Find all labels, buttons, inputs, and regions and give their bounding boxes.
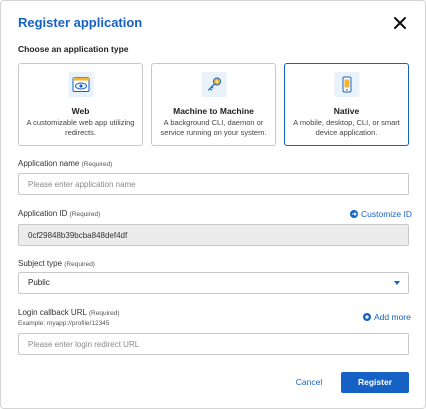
- mobile-device-icon: [334, 72, 359, 97]
- subject-type-value: Public: [28, 278, 50, 287]
- key-icon: [201, 72, 226, 97]
- app-type-name: Web: [71, 106, 90, 116]
- add-more-label: Add more: [374, 312, 411, 322]
- subject-type-label: Subject type (Required): [18, 259, 95, 268]
- app-id-input: [18, 224, 409, 246]
- close-icon[interactable]: [392, 15, 408, 31]
- field-label-text: Login callback URL: [18, 308, 87, 317]
- add-more-button[interactable]: Add more: [363, 312, 411, 322]
- app-type-label: Choose an application type: [18, 44, 129, 54]
- app-type-card-machine-to-machine[interactable]: Machine to Machine A background CLI, dae…: [151, 63, 276, 146]
- app-type-description: A mobile, desktop, CLI, or smart device …: [293, 118, 400, 137]
- field-label-text: Subject type: [18, 259, 63, 268]
- subject-type-select[interactable]: Public: [18, 272, 409, 294]
- customize-id-label: Customize ID: [361, 209, 413, 219]
- required-marker: (Required): [64, 261, 95, 268]
- cancel-button[interactable]: Cancel: [284, 372, 334, 392]
- register-application-dialog: Register application Choose an applicati…: [0, 0, 426, 409]
- required-marker: (Required): [69, 211, 101, 218]
- required-marker: (Required): [81, 161, 113, 168]
- app-name-input[interactable]: [18, 173, 409, 195]
- field-label-text: Application ID: [18, 209, 68, 218]
- app-type-description: A background CLI, daemon or service runn…: [160, 118, 267, 137]
- chevron-down-icon: [394, 281, 400, 285]
- app-type-card-native[interactable]: Native A mobile, desktop, CLI, or smart …: [284, 63, 409, 146]
- customize-icon: [350, 210, 358, 218]
- browser-eye-icon: [68, 72, 93, 97]
- app-name-label: Application name (Required): [18, 159, 112, 168]
- login-callback-hint: Example: myapp://profile/12345: [18, 320, 110, 327]
- app-type-description: A customizable web app utilizing redirec…: [26, 118, 135, 137]
- app-type-name: Native: [333, 106, 360, 116]
- plus-icon: [363, 313, 371, 321]
- app-type-name: Machine to Machine: [173, 106, 254, 116]
- login-callback-input[interactable]: [18, 333, 409, 355]
- login-callback-label: Login callback URL (Required): [18, 308, 120, 317]
- app-id-label: Application ID (Required): [18, 209, 100, 218]
- register-button[interactable]: Register: [341, 372, 409, 393]
- dialog-title: Register application: [18, 15, 143, 30]
- customize-id-button[interactable]: Customize ID: [350, 209, 412, 219]
- required-marker: (Required): [88, 310, 120, 317]
- field-label-text: Application name: [18, 159, 80, 168]
- app-type-card-web[interactable]: Web A customizable web app utilizing red…: [18, 63, 143, 146]
